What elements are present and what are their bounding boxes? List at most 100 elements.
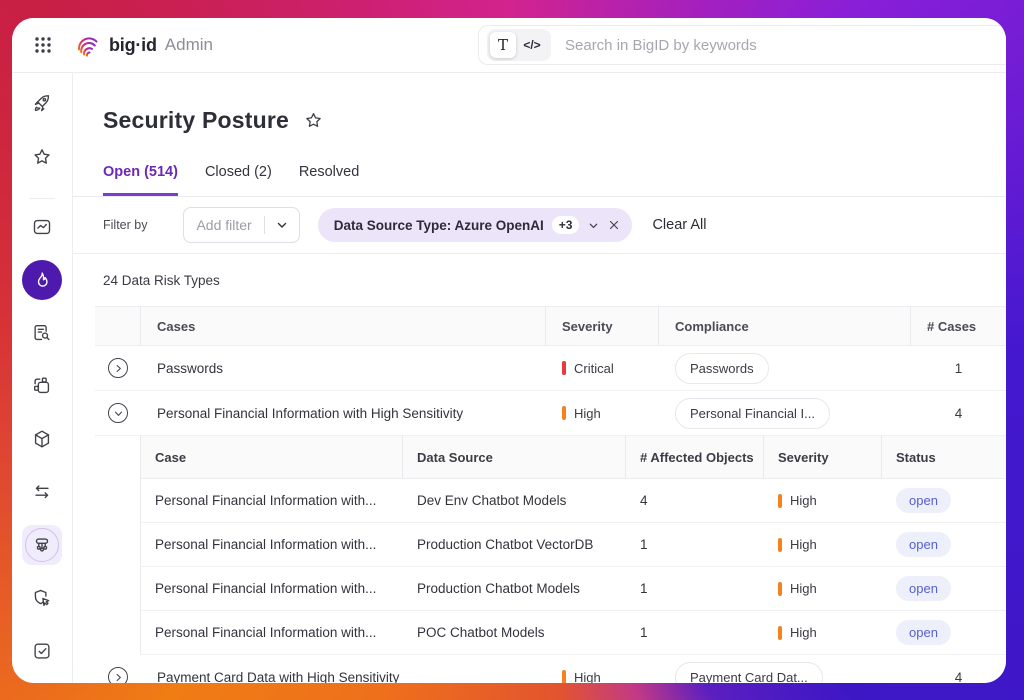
transfer-arrows-icon[interactable]	[22, 472, 62, 512]
nested-affected-count: 1	[626, 625, 764, 640]
status-badge[interactable]: open	[896, 576, 951, 601]
nested-affected-count: 1	[626, 537, 764, 552]
nested-data-source: Production Chatbot Models	[403, 581, 626, 596]
brand-logo[interactable]: big·id Admin	[74, 32, 213, 59]
tab-closed[interactable]: Closed (2)	[205, 164, 272, 196]
query-search-toggle[interactable]: </>	[516, 38, 548, 52]
severity-label: Critical	[574, 361, 614, 376]
expand-row-button[interactable]	[108, 358, 128, 378]
nested-affected-count: 1	[626, 581, 764, 596]
cases-column-header: Cases	[141, 307, 546, 345]
nested-case: Personal Financial Information with...	[141, 493, 403, 508]
severity-column-header: Severity	[546, 307, 659, 345]
nested-case: Personal Financial Information with...	[141, 581, 403, 596]
classification-scan-icon[interactable]	[22, 366, 62, 406]
count-column-header: # Cases	[911, 307, 1006, 345]
app-window: big·id Admin T </> Search in BigID by ke…	[12, 18, 1006, 683]
add-filter-separator	[264, 216, 265, 234]
filter-by-label: Filter by	[103, 218, 147, 232]
global-search[interactable]: T </> Search in BigID by keywords	[478, 25, 1006, 65]
sidebar-divider	[29, 198, 55, 199]
nested-case: Personal Financial Information with...	[141, 537, 403, 552]
nested-table-header: Case Data Source # Affected Objects Seve…	[140, 436, 1006, 479]
favorite-star-icon[interactable]	[303, 110, 324, 131]
report-search-icon[interactable]	[22, 313, 62, 353]
tab-resolved[interactable]: Resolved	[299, 164, 359, 196]
case-column-header: Case	[141, 436, 403, 478]
severity-bar-critical	[562, 361, 566, 375]
filter-chip-label: Data Source Type: Azure OpenAI	[334, 218, 544, 233]
brand-name: big·id	[109, 35, 157, 56]
compliance-pill: Passwords	[675, 353, 769, 384]
severity-bar-high	[562, 670, 566, 683]
dashboard-image-icon[interactable]	[22, 207, 62, 247]
active-filter-chip[interactable]: Data Source Type: Azure OpenAI +3	[318, 208, 633, 242]
nested-data-source: Dev Env Chatbot Models	[403, 493, 626, 508]
shield-pointer-icon[interactable]	[22, 578, 62, 618]
nested-row[interactable]: Personal Financial Information with... P…	[140, 611, 1006, 655]
bigid-fingerprint-icon	[74, 32, 101, 59]
status-badge[interactable]: open	[896, 532, 951, 557]
compliance-pill: Personal Financial I...	[675, 398, 830, 429]
case-name: Personal Financial Information with High…	[141, 406, 546, 421]
case-count: 1	[911, 361, 1006, 376]
severity-bar-high	[778, 538, 782, 552]
star-icon[interactable]	[22, 137, 62, 177]
nested-affected-count: 4	[626, 493, 764, 508]
expand-column-header	[95, 307, 141, 345]
desktop-gradient-frame: big·id Admin T </> Search in BigID by ke…	[0, 0, 1024, 700]
text-search-toggle[interactable]: T	[490, 32, 516, 58]
risk-types-count: 24 Data Risk Types	[73, 254, 1006, 306]
collapse-row-button[interactable]	[108, 403, 128, 423]
severity-bar-high	[778, 582, 782, 596]
nested-row[interactable]: Personal Financial Information with... P…	[140, 567, 1006, 611]
compliance-column-header: Compliance	[659, 307, 911, 345]
severity-label: High	[574, 670, 601, 684]
compliance-pill: Payment Card Dat...	[675, 662, 823, 684]
chevron-down-icon	[275, 218, 289, 232]
main-content: Security Posture Open (514) Closed (2) R…	[73, 73, 1006, 683]
filter-chip-more-badge[interactable]: +3	[552, 216, 580, 234]
table-row-payment-card[interactable]: Payment Card Data with High Sensitivity …	[95, 655, 1006, 683]
data-source-column-header: Data Source	[403, 436, 626, 478]
app-launcher-icon[interactable]	[34, 36, 52, 54]
nested-case: Personal Financial Information with...	[141, 625, 403, 640]
severity-label: High	[574, 406, 601, 421]
table-row-passwords[interactable]: Passwords Critical Passwords 1	[95, 346, 1006, 391]
cases-table-header: Cases Severity Compliance # Cases	[95, 306, 1006, 346]
case-count: 4	[911, 406, 1006, 421]
severity-bar-high	[562, 406, 566, 420]
severity-label: High	[790, 537, 817, 552]
rocket-icon[interactable]	[22, 84, 62, 124]
close-icon[interactable]	[608, 219, 620, 231]
severity-label: High	[790, 581, 817, 596]
affected-objects-column-header: # Affected Objects	[626, 436, 764, 478]
add-filter-dropdown[interactable]: Add filter	[183, 207, 299, 243]
status-tabs: Open (514) Closed (2) Resolved	[73, 164, 1006, 197]
table-row-personal-financial[interactable]: Personal Financial Information with High…	[95, 391, 1006, 436]
brand-suffix: Admin	[165, 35, 213, 55]
top-bar: big·id Admin T </> Search in BigID by ke…	[12, 18, 1006, 73]
task-checkbox-icon[interactable]	[22, 631, 62, 671]
severity-label: High	[790, 625, 817, 640]
expand-row-button[interactable]	[108, 667, 128, 683]
severity-label: High	[790, 493, 817, 508]
case-count: 4	[911, 670, 1006, 684]
chevron-right-icon	[113, 672, 124, 683]
chevron-down-icon[interactable]	[587, 219, 600, 232]
focus-ring	[25, 528, 59, 562]
cube-icon[interactable]	[22, 419, 62, 459]
risk-flame-icon[interactable]	[22, 260, 62, 300]
tab-open[interactable]: Open (514)	[103, 164, 178, 196]
nested-row[interactable]: Personal Financial Information with... D…	[140, 479, 1006, 523]
page-title: Security Posture	[103, 107, 289, 134]
severity-column-header: Severity	[764, 436, 882, 478]
clear-all-button[interactable]: Clear All	[652, 217, 706, 233]
nested-row[interactable]: Personal Financial Information with... P…	[140, 523, 1006, 567]
chevron-right-icon	[113, 363, 124, 374]
search-input[interactable]: Search in BigID by keywords	[565, 37, 757, 54]
status-badge[interactable]: open	[896, 620, 951, 645]
status-badge[interactable]: open	[896, 488, 951, 513]
data-network-icon[interactable]	[22, 525, 62, 565]
case-name: Payment Card Data with High Sensitivity	[141, 670, 546, 684]
